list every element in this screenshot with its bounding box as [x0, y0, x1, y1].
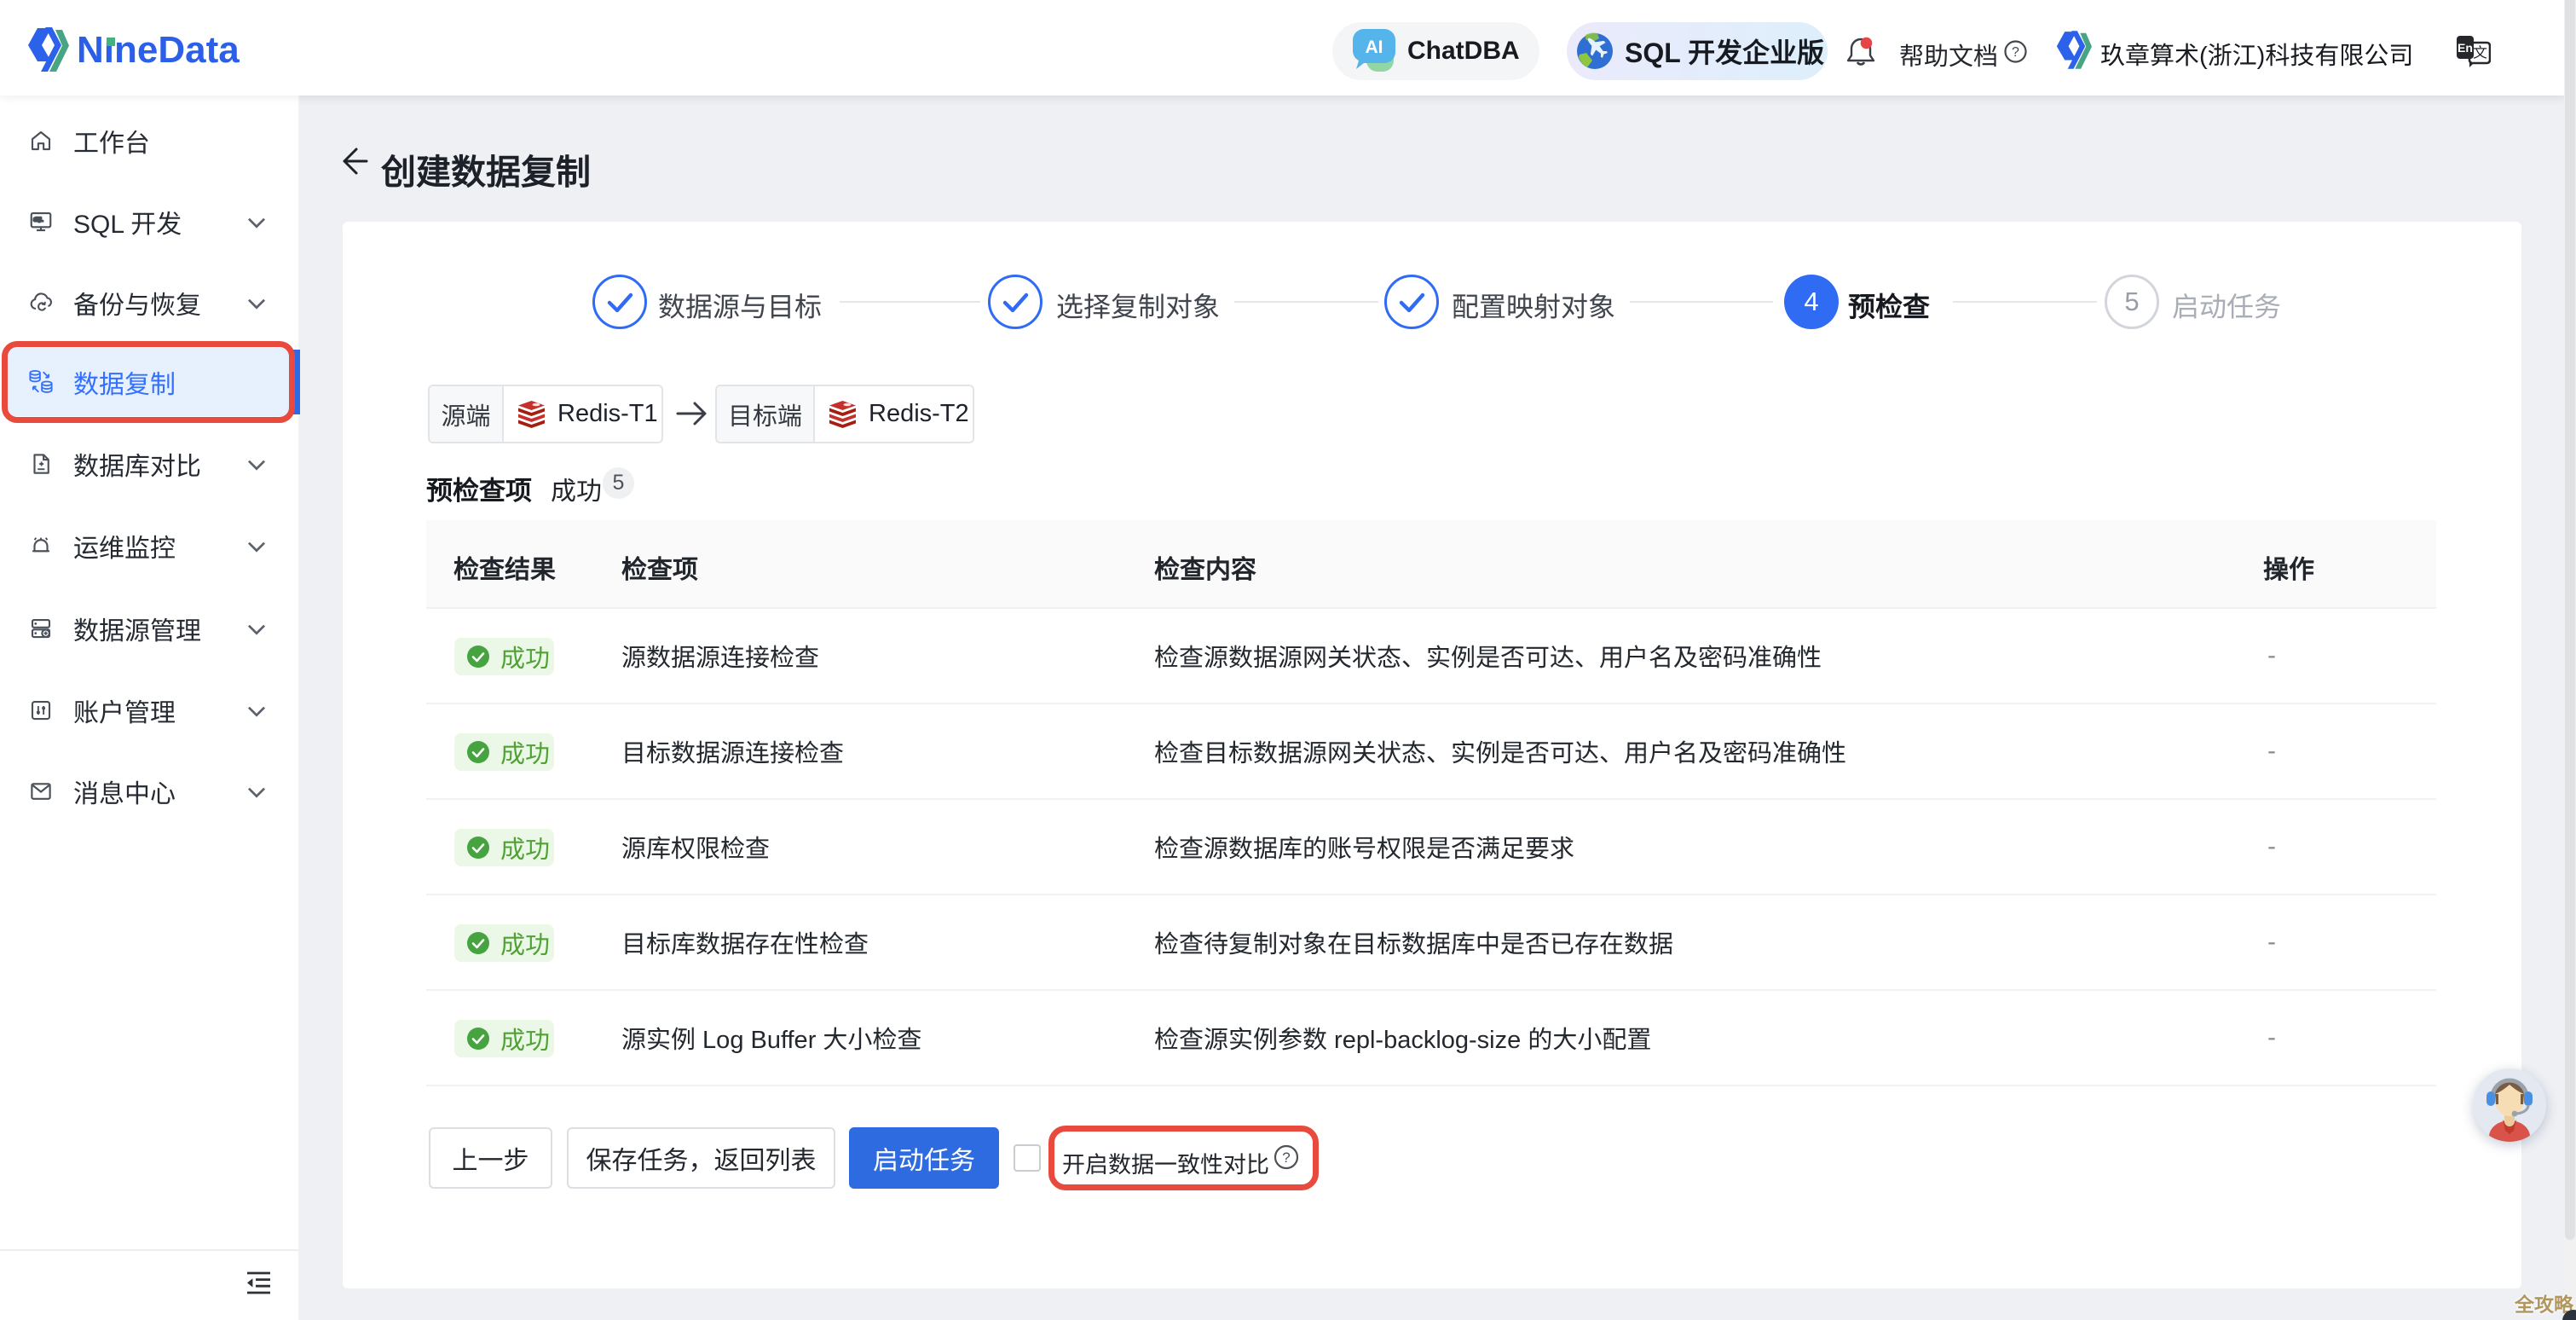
svg-text:文: 文	[2473, 41, 2487, 62]
svg-text:?: ?	[2012, 45, 2019, 60]
svg-text:AI: AI	[1366, 38, 1383, 57]
svg-text:En: En	[2458, 41, 2473, 55]
svg-text:?: ?	[1282, 1149, 1290, 1166]
svg-text:SQL: SQL	[33, 217, 43, 223]
